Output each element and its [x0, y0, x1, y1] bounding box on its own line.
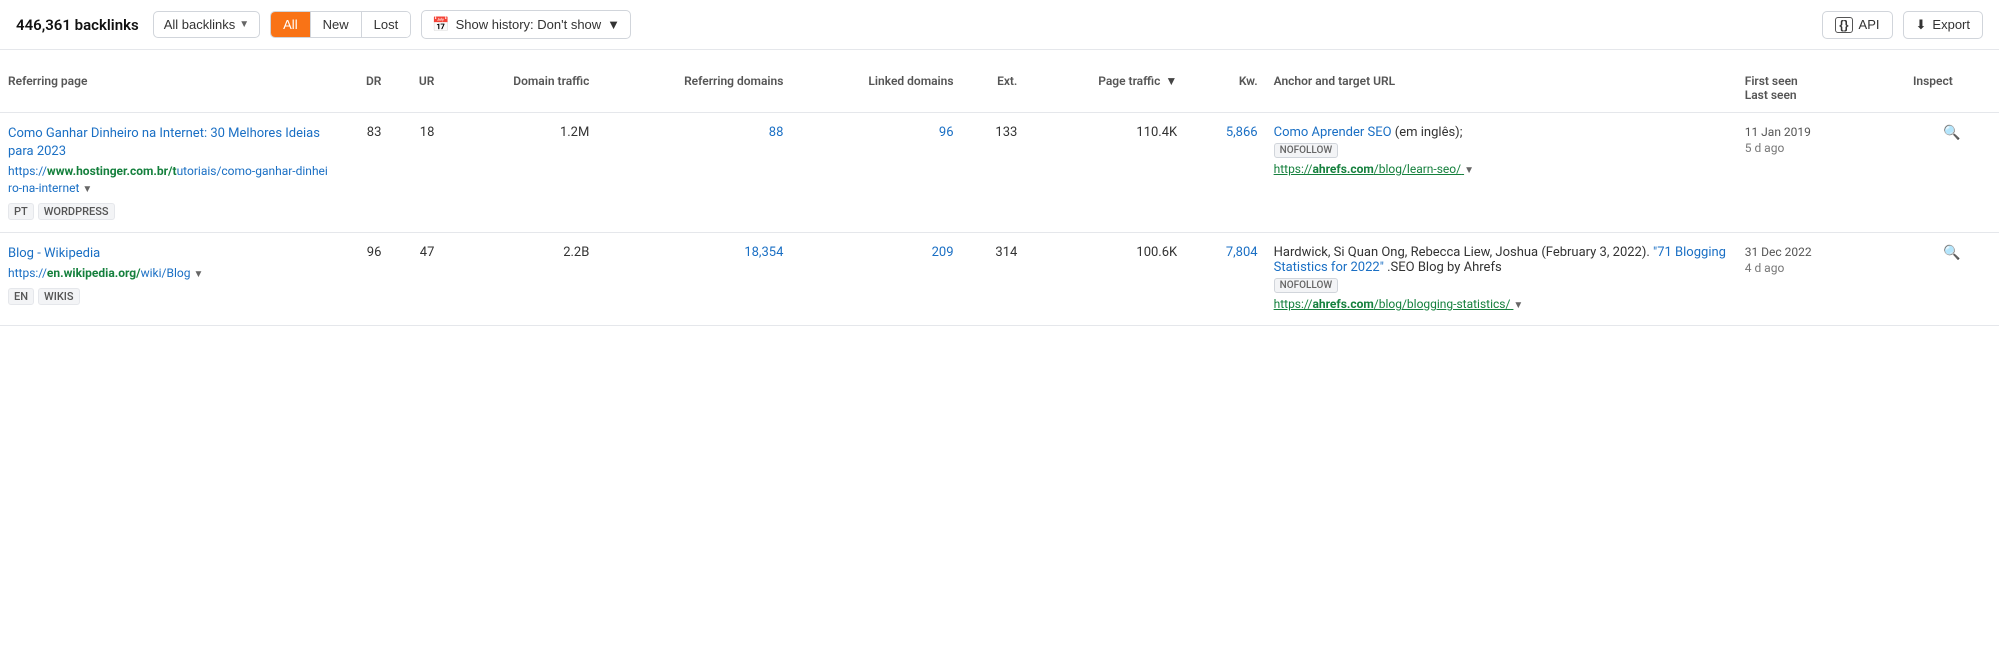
chevron-down-icon: ▼ — [239, 19, 249, 30]
col-referring-domains: Referring domains — [597, 50, 791, 113]
referring-page-cell-2: Blog - Wikipedia https://en.wikipedia.or… — [0, 233, 337, 326]
show-history-label: Show history: Don't show — [456, 17, 602, 32]
anchor-suffix2: .SEO Blog by Ahrefs — [1384, 260, 1502, 275]
kw-cell-1: 5,866 — [1185, 113, 1265, 233]
anchor-cell-2: Hardwick, Si Quan Ong, Rebecca Liew, Jos… — [1266, 233, 1737, 326]
nofollow-badge-1: NOFOLLOW — [1274, 143, 1339, 158]
col-inspect: Inspect — [1905, 50, 1999, 113]
filter-lost-button[interactable]: Lost — [362, 12, 411, 37]
first-seen-label: First seenLast seen — [1745, 74, 1798, 102]
referring-domains-link-1[interactable]: 88 — [769, 125, 784, 140]
sort-arrow-icon: ▼ — [1165, 74, 1177, 88]
col-page-traffic[interactable]: Page traffic ▼ — [1025, 50, 1185, 113]
backlinks-count: 446,361 backlinks — [16, 16, 139, 34]
tag-en: EN — [8, 288, 34, 305]
dr-cell-1: 83 — [337, 113, 390, 233]
page-traffic-cell-1: 110.4K — [1025, 113, 1185, 233]
anchor-suffix-1: (em inglês); — [1392, 125, 1463, 140]
col-ur: UR — [389, 50, 442, 113]
referring-domains-cell-2: 18,354 — [597, 233, 791, 326]
target-url-1[interactable]: https://ahrefs.com/blog/learn-seo/ — [1274, 162, 1464, 176]
ur-cell-2: 47 — [389, 233, 442, 326]
export-icon: ⬇ — [1916, 17, 1927, 33]
inspect-search-icon-2[interactable]: 🔍 — [1943, 245, 1960, 261]
linked-domains-link-1[interactable]: 96 — [939, 125, 954, 140]
domain-traffic-cell-2: 2.2B — [442, 233, 597, 326]
date-cell-2: 31 Dec 2022 4 d ago — [1737, 233, 1905, 326]
date-cell-1: 11 Jan 2019 5 d ago — [1737, 113, 1905, 233]
tags-2: EN WIKIS — [8, 288, 329, 305]
table-row: Como Ganhar Dinheiro na Internet: 30 Mel… — [0, 113, 1999, 233]
col-ext: Ext. — [962, 50, 1026, 113]
ref-page-title-2[interactable]: Blog - Wikipedia — [8, 245, 329, 263]
url-dropdown-icon-2[interactable]: ▼ — [193, 269, 203, 280]
filter-group: All New Lost — [270, 11, 411, 38]
inspect-cell-1: 🔍 — [1905, 113, 1999, 233]
url-dropdown-icon-1[interactable]: ▼ — [82, 184, 92, 195]
tag-wikis: WIKIS — [38, 288, 80, 305]
toolbar: 446,361 backlinks All backlinks ▼ All Ne… — [0, 0, 1999, 50]
target-url-dropdown-icon-2[interactable]: ▼ — [1513, 300, 1523, 311]
tag-wordpress: WORDPRESS — [38, 203, 115, 220]
col-domain-traffic: Domain traffic — [442, 50, 597, 113]
export-button[interactable]: ⬇ Export — [1903, 11, 1983, 39]
linked-domains-link-2[interactable]: 209 — [932, 245, 954, 260]
ext-cell-2: 314 — [962, 233, 1026, 326]
anchor-cell-1: Como Aprender SEO (em inglês); NOFOLLOW … — [1266, 113, 1737, 233]
dr-cell-2: 96 — [337, 233, 390, 326]
table-row: Blog - Wikipedia https://en.wikipedia.or… — [0, 233, 1999, 326]
linked-domains-cell-2: 209 — [791, 233, 961, 326]
col-linked-domains: Linked domains — [791, 50, 961, 113]
inspect-cell-2: 🔍 — [1905, 233, 1999, 326]
target-url-dropdown-icon-1[interactable]: ▼ — [1464, 165, 1474, 176]
api-icon: {} — [1835, 17, 1852, 33]
col-anchor-target: Anchor and target URL — [1266, 50, 1737, 113]
target-url-2[interactable]: https://ahrefs.com/blog/blogging-statist… — [1274, 297, 1514, 311]
ref-page-title-1[interactable]: Como Ganhar Dinheiro na Internet: 30 Mel… — [8, 125, 329, 161]
col-referring-page: Referring page — [0, 50, 337, 113]
all-backlinks-label: All backlinks — [164, 17, 236, 32]
col-first-last-seen: First seenLast seen — [1737, 50, 1905, 113]
api-label: API — [1859, 17, 1880, 32]
show-history-button[interactable]: 📅 Show history: Don't show ▼ — [421, 10, 631, 39]
ref-page-url-2: https://en.wikipedia.org/wiki/Blog ▼ — [8, 266, 203, 280]
inspect-search-icon-1[interactable]: 🔍 — [1943, 125, 1960, 141]
domain-traffic-cell-1: 1.2M — [442, 113, 597, 233]
last-seen-1: 5 d ago — [1745, 141, 1897, 155]
first-seen-1: 11 Jan 2019 — [1745, 125, 1897, 139]
calendar-icon: 📅 — [432, 16, 449, 33]
last-seen-2: 4 d ago — [1745, 261, 1897, 275]
tags-1: PT WORDPRESS — [8, 203, 329, 220]
kw-link-2[interactable]: 7,804 — [1226, 245, 1258, 260]
referring-page-cell-1: Como Ganhar Dinheiro na Internet: 30 Mel… — [0, 113, 337, 233]
col-kw: Kw. — [1185, 50, 1265, 113]
chevron-down-icon-history: ▼ — [607, 17, 620, 32]
ur-cell-1: 18 — [389, 113, 442, 233]
filter-new-button[interactable]: New — [311, 12, 362, 37]
referring-domains-link-2[interactable]: 18,354 — [744, 245, 783, 260]
anchor-link-1[interactable]: Como Aprender SEO — [1274, 125, 1392, 140]
page-traffic-cell-2: 100.6K — [1025, 233, 1185, 326]
table-header-row: Referring page DR UR Domain traffic Refe… — [0, 50, 1999, 113]
kw-link-1[interactable]: 5,866 — [1226, 125, 1258, 140]
ref-page-url-1: https://www.hostinger.com.br/tutoriais/c… — [8, 164, 328, 195]
filter-all-button[interactable]: All — [271, 12, 310, 37]
linked-domains-cell-1: 96 — [791, 113, 961, 233]
tag-pt: PT — [8, 203, 34, 220]
export-label: Export — [1932, 17, 1970, 32]
backlinks-table: Referring page DR UR Domain traffic Refe… — [0, 50, 1999, 326]
nofollow-badge-2: NOFOLLOW — [1274, 278, 1339, 293]
all-backlinks-dropdown[interactable]: All backlinks ▼ — [153, 11, 260, 38]
referring-domains-cell-1: 88 — [597, 113, 791, 233]
ext-cell-1: 133 — [962, 113, 1026, 233]
api-button[interactable]: {} API — [1822, 11, 1892, 39]
col-dr: DR — [337, 50, 390, 113]
kw-cell-2: 7,804 — [1185, 233, 1265, 326]
anchor-text-plain-2: Hardwick, Si Quan Ong, Rebecca Liew, Jos… — [1274, 245, 1653, 260]
first-seen-2: 31 Dec 2022 — [1745, 245, 1897, 259]
